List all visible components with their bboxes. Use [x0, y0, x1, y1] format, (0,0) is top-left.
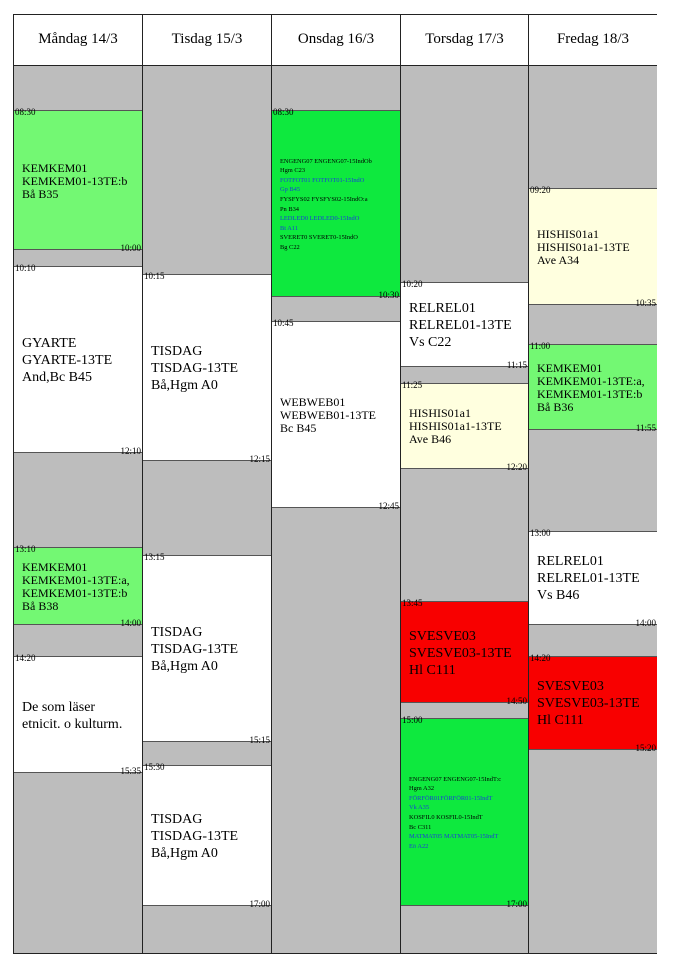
lesson-end-time: 14:50 [506, 695, 527, 706]
lesson-details: KEMKEM01 KEMKEM01-13TE:a, KEMKEM01-13TE:… [537, 360, 645, 414]
lesson-detail-line: KOSFIL0 KOSFIL0-15IndT [409, 813, 483, 821]
lesson-block[interactable]: 10:45 12:45 WEBWEB01 WEBWEB01-13TE Bc B45 [272, 317, 400, 511]
lesson-detail-line: Vk A35 [409, 804, 430, 812]
lesson-start-time: 13:00 [530, 528, 551, 539]
lesson-start-time: 09:20 [530, 185, 551, 195]
frame-top [13, 14, 657, 15]
day-header: Måndag 14/3 [14, 14, 142, 65]
lesson-start-time: 11:00 [530, 341, 551, 351]
lesson-block[interactable]: 10:20 11:15 RELREL01 RELREL01-13TE Vs C22 [401, 278, 528, 371]
lesson-end-time: 17:00 [506, 898, 527, 909]
lesson-start-time: 08:30 [15, 107, 36, 117]
lesson-details: WEBWEB01 WEBWEB01-13TE Bc B45 [280, 394, 376, 435]
lesson-end-time: 12:20 [506, 461, 527, 472]
day-header: Fredag 18/3 [529, 14, 657, 65]
lesson-detail-line: Hgm A32 [409, 785, 435, 793]
lesson-detail-line: Hgm C23 [280, 167, 306, 175]
lesson-block[interactable]: 13:10 14:00 KEMKEM01 KEMKEM01-13TE:a, KEMK… [14, 543, 142, 628]
lesson-details: SVESVE03 SVESVE03-13TE Hl C111 [537, 679, 640, 729]
day-header: Torsdag 17/3 [401, 14, 528, 65]
lesson-detail-line: FYSFYS02 FYSFYS02-15IndO:a [280, 195, 368, 203]
lesson-block[interactable]: 14:20 15:35 De som läser etnicit. o kultur… [14, 653, 142, 776]
lesson-block[interactable]: 09:20 10:35 HISHIS01a1 HISHIS01a1-13TE Ave… [529, 185, 657, 308]
lesson-block[interactable]: 08:30 10:00 KEMKEM01 KEMKEM01-13TE:b Bå B3… [14, 107, 142, 254]
day-header: Tisdag 15/3 [143, 14, 271, 65]
lesson-detail-line: SVERET0 SVERET0-15IndO [280, 234, 358, 242]
lesson-end-time: 12:15 [249, 453, 270, 464]
lesson-block[interactable]: 13:45 14:50 SVESVE03 SVESVE03-13TE Hl C111 [401, 598, 528, 705]
lesson-detail-line: FÖRFÖR01FÖRFÖR01-15IndT [409, 794, 493, 802]
lesson-block[interactable]: 14:20 15:20 SVESVE03 SVESVE03-13TE Hl C111 [529, 653, 657, 753]
lesson-details: ENGENG07 ENGENG07-15IndOb Hgm C23 FOTFOT01… [280, 157, 398, 253]
lesson-block[interactable]: 10:10 12:10 GYARTE GYARTE-13TE And,Bc B45 [14, 263, 142, 457]
lesson-details: SVESVE03 SVESVE03-13TE Hl C111 [409, 628, 512, 678]
lesson-details: HISHIS01a1 HISHIS01a1-13TE Ave A34 [537, 227, 630, 267]
lesson-details: HISHIS01a1 HISHIS01a1-13TE Ave B46 [409, 406, 502, 447]
lesson-end-time: 14:00 [120, 617, 141, 628]
lesson-detail-line: LEDLED0 LEDLED0-15IndO [280, 215, 360, 223]
lesson-end-time: 17:00 [249, 898, 270, 909]
lesson-detail-line: Eö A22 [409, 842, 429, 850]
lesson-start-time: 13:10 [15, 543, 36, 554]
lesson-detail-line: FOTFOT01 FOTFOT01-15IndO [280, 176, 365, 184]
lesson-end-time: 15:15 [249, 734, 270, 745]
lesson-details: TISDAG TISDAG-13TE Bå,Hgm A0 [151, 343, 239, 393]
lesson-start-time: 10:20 [402, 278, 423, 289]
lesson-details: RELREL01 RELREL01-13TE Vs B46 [537, 554, 640, 604]
lesson-details: De som läser etnicit. o kulturm. [22, 699, 123, 732]
lesson-start-time: 15:00 [402, 715, 423, 726]
lesson-block[interactable]: 11:25 12:20 HISHIS01a1 HISHIS01a1-13TE Ave… [401, 380, 528, 472]
lesson-block[interactable]: 10:15 12:15 TISDAG TISDAG-13TE Bå,Hgm A0 [143, 270, 271, 464]
frame-bottom [13, 953, 657, 954]
lesson-end-time: 12:45 [378, 500, 399, 511]
lesson-end-time: 10:35 [635, 298, 656, 308]
lesson-detail-line: Bt A11 [280, 224, 299, 232]
lesson-block[interactable]: 11:00 11:55 KEMKEM01 KEMKEM01-13TE:a, KEMK… [529, 341, 657, 433]
lesson-detail-line: Pn B34 [280, 205, 300, 213]
weekly-schedule: Måndag 14/3 08:30 10:00 KEMKEM01 KEMKEM01-1… [13, 14, 657, 954]
lesson-details: KEMKEM01 KEMKEM01-13TE:a, KEMKEM01-13TE:… [22, 559, 130, 613]
lesson-detail-line: Bc C311 [409, 823, 432, 831]
lesson-end-time: 10:30 [378, 290, 399, 301]
lesson-detail-line: Bg C22 [280, 243, 300, 251]
lesson-details: TISDAG TISDAG-13TE Bå,Hgm A0 [151, 811, 239, 861]
lesson-details: KEMKEM01 KEMKEM01-13TE:b Bå B35 [22, 160, 128, 201]
lesson-block[interactable]: 08:30 10:30 ENGENG07 ENGENG07-15IndOb Hgm C… [272, 107, 400, 301]
lesson-start-time: 13:45 [402, 598, 423, 609]
lesson-end-time: 15:20 [635, 742, 656, 753]
lesson-end-time: 12:10 [120, 446, 141, 457]
lesson-block[interactable]: 13:15 15:15 TISDAG TISDAG-13TE Bå,Hgm A0 [143, 551, 271, 745]
lesson-details: TISDAG TISDAG-13TE Bå,Hgm A0 [151, 624, 239, 674]
lesson-detail-line: ENGENG07 ENGENG07-15IndOb [280, 157, 372, 165]
day-header: Onsdag 16/3 [272, 14, 400, 65]
lesson-details: ENGENG07 ENGENG07-15IndT:c Hgm A32 FÖRFÖR0… [409, 775, 526, 852]
lesson-start-time: 13:15 [144, 551, 165, 562]
lesson-start-time: 10:15 [144, 270, 165, 281]
lesson-start-time: 11:25 [402, 380, 423, 390]
lesson-detail-line: ENGENG07 ENGENG07-15IndT:c [409, 775, 502, 783]
lesson-start-time: 14:20 [15, 653, 36, 663]
lesson-start-time: 14:20 [530, 653, 551, 663]
lesson-block[interactable]: 13:00 14:00 RELREL01 RELREL01-13TE Vs B46 [529, 528, 657, 628]
lesson-detail-line: Gp B45 [280, 186, 301, 194]
lesson-start-time: 10:10 [15, 263, 36, 273]
lesson-end-time: 10:00 [120, 243, 141, 254]
header-separator [13, 65, 657, 66]
lesson-block[interactable]: 15:00 17:00 ENGENG07 ENGENG07-15IndT:c Hgm … [401, 715, 528, 908]
lesson-end-time: 11:15 [506, 360, 527, 371]
lesson-block[interactable]: 15:30 17:00 TISDAG TISDAG-13TE Bå,Hgm A0 [143, 762, 271, 908]
lesson-details: RELREL01 RELREL01-13TE Vs C22 [409, 300, 512, 350]
lesson-start-time: 10:45 [273, 317, 294, 328]
lesson-start-time: 08:30 [273, 107, 294, 117]
lesson-end-time: 11:55 [635, 422, 656, 433]
lesson-start-time: 15:30 [144, 762, 165, 773]
lesson-end-time: 15:35 [120, 766, 141, 776]
lesson-end-time: 14:00 [635, 617, 656, 628]
lesson-detail-line: MATMAT05 MATMAT05-15IndT [409, 833, 499, 841]
lesson-details: GYARTE GYARTE-13TE And,Bc B45 [22, 336, 113, 386]
